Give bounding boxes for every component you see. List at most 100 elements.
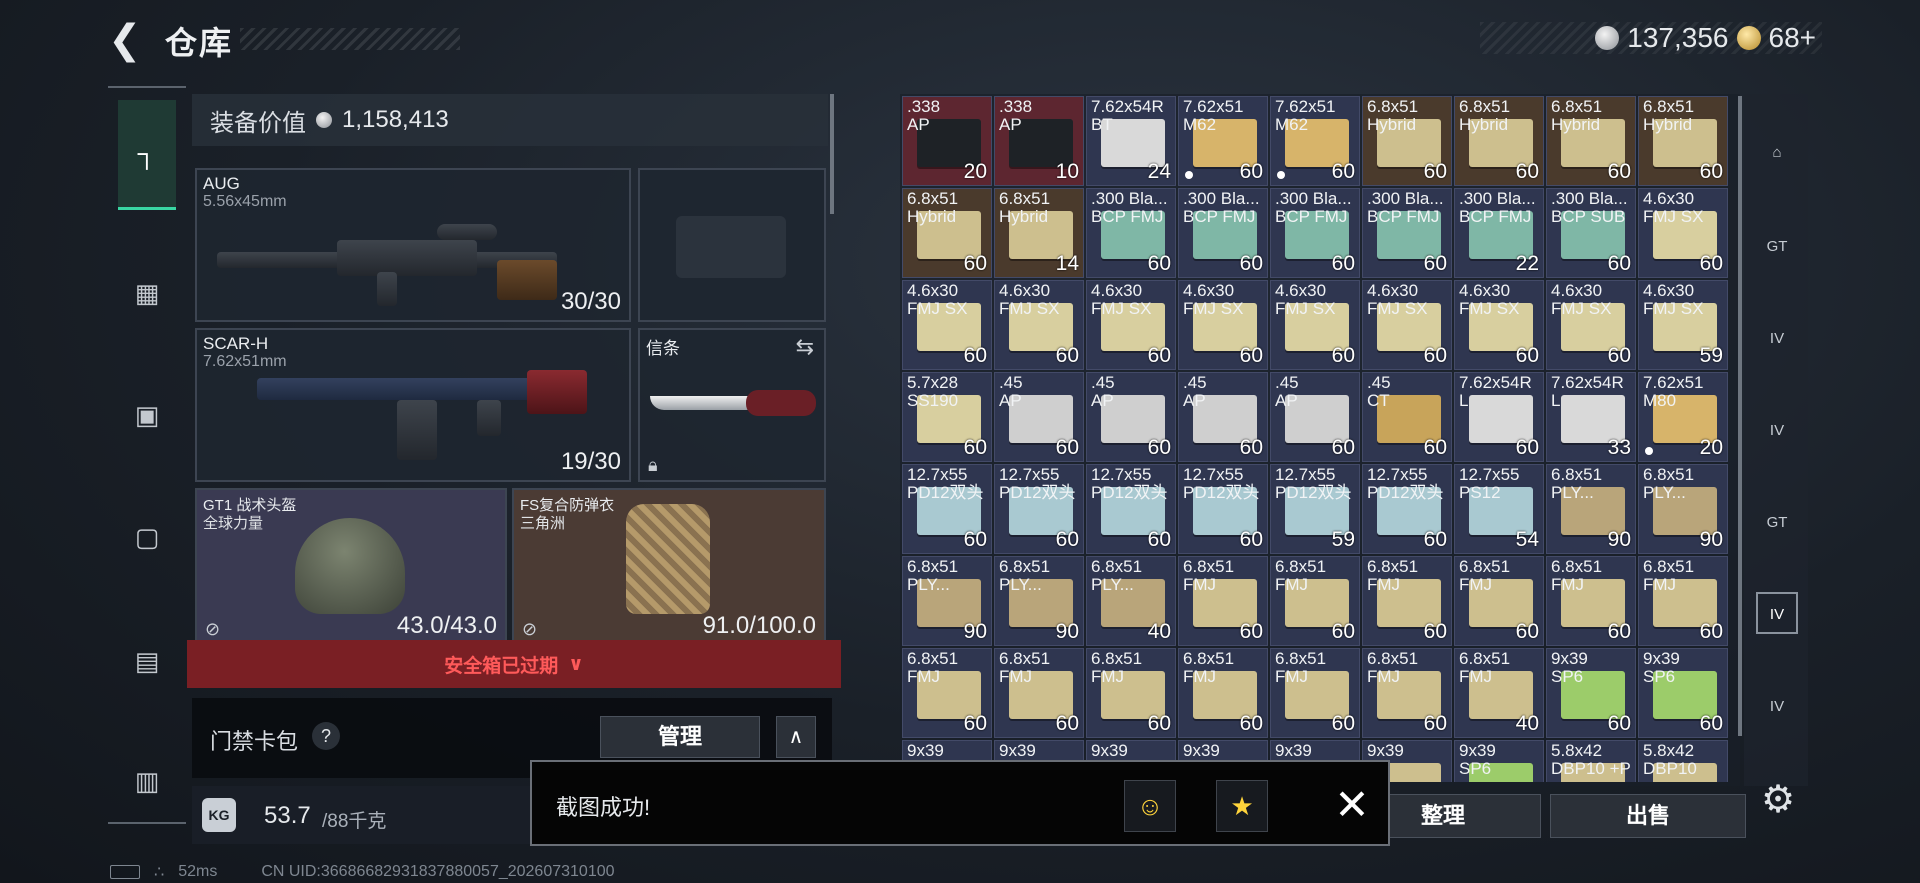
equipment-scrollbar[interactable] — [830, 94, 834, 214]
inventory-item[interactable]: 5.8x42 DBP10 — [1638, 740, 1728, 782]
inventory-item[interactable]: 12.7x55 PD12双头 60 — [1178, 464, 1268, 554]
nav-toolbox[interactable]: ▥ — [118, 752, 176, 810]
inventory-grid: .338 AP 20.338 AP 10 7.62x54R BT 24 7.62x51 M62 60… — [902, 96, 1732, 782]
inventory-item[interactable]: 9x39 SP6 60 — [1638, 648, 1728, 738]
gt-armor-icon[interactable]: GT — [1756, 500, 1798, 542]
inventory-item[interactable]: .45 AP 60 — [994, 372, 1084, 462]
back-arrow-icon[interactable]: ❮ — [108, 20, 144, 60]
nav-vest[interactable]: ▦ — [118, 264, 176, 322]
inventory-item[interactable]: 6.8x51 FMJ 60 — [1362, 648, 1452, 738]
inventory-item[interactable]: 6.8x51 FMJ 40 — [1454, 648, 1544, 738]
inventory-item[interactable]: 6.8x51 PLY... 90 — [994, 556, 1084, 646]
sell-button[interactable]: 出售 — [1550, 794, 1746, 838]
iv-rig-icon[interactable]: IV — [1756, 684, 1798, 726]
qq-penguin-icon[interactable]: ☺ — [1124, 780, 1176, 832]
inventory-item[interactable]: 4.6x30 FMJ SX 60 — [1086, 280, 1176, 370]
inventory-item[interactable]: 6.8x51 FMJ 60 — [1454, 556, 1544, 646]
inventory-item[interactable]: .45 AP 60 — [1270, 372, 1360, 462]
inventory-item[interactable]: 12.7x55 PS12 54 — [1454, 464, 1544, 554]
inventory-item[interactable]: 6.8x51 FMJ 60 — [1086, 648, 1176, 738]
inventory-item[interactable]: .300 Bla... BCP FMJ 60 — [1362, 188, 1452, 278]
inventory-item[interactable]: 12.7x55 PD12双头 60 — [1362, 464, 1452, 554]
inventory-item[interactable]: 6.8x51 PLY... 90 — [1638, 464, 1728, 554]
armor-slot[interactable]: FS复合防弹衣 三角洲 ⊘ 91.0/100.0 — [512, 488, 826, 646]
inventory-item[interactable]: 12.7x55 PD12双头 59 — [1270, 464, 1360, 554]
chevron-up-icon[interactable]: ∧ — [776, 716, 816, 758]
inventory-item[interactable]: 6.8x51 FMJ 60 — [1178, 648, 1268, 738]
close-icon[interactable]: ✕ — [1328, 782, 1376, 830]
iv-rig-icon[interactable]: IV — [1756, 592, 1798, 634]
manage-button[interactable]: 管理 — [600, 716, 760, 758]
inventory-item[interactable]: 5.7x28 SS190 60 — [902, 372, 992, 462]
inventory-item[interactable]: 7.62x54R BT 24 — [1086, 96, 1176, 186]
inventory-item[interactable]: 6.8x51 Hybrid 60 — [1454, 96, 1544, 186]
inventory-item[interactable]: 4.6x30 FMJ SX 60 — [1638, 188, 1728, 278]
inventory-item[interactable]: 12.7x55 PD12双头 60 — [994, 464, 1084, 554]
inventory-item[interactable]: .300 Bla... BCP FMJ 22 — [1454, 188, 1544, 278]
melee-slot[interactable]: 信条 ⇆ 🔒︎ — [638, 328, 826, 482]
secondary-weapon-slot[interactable]: SCAR-H 7.62x51mm 19/30 — [195, 328, 631, 482]
help-icon[interactable]: ? — [312, 722, 340, 750]
inventory-item[interactable]: 6.8x51 FMJ 60 — [1638, 556, 1728, 646]
inventory-item[interactable]: 6.8x51 FMJ 60 — [1178, 556, 1268, 646]
iv-rig-icon[interactable]: IV — [1756, 316, 1798, 358]
gt-armor-icon[interactable]: GT — [1756, 224, 1798, 266]
inventory-item[interactable]: 5.8x42 DBP10 +P — [1546, 740, 1636, 782]
inventory-item[interactable]: 4.6x30 FMJ SX 60 — [1454, 280, 1544, 370]
inventory-item[interactable]: 6.8x51 PLY... 90 — [1546, 464, 1636, 554]
inventory-item[interactable]: 12.7x55 PD12双头 60 — [1086, 464, 1176, 554]
nav-weapons[interactable]: ┐ — [118, 100, 176, 210]
inventory-item[interactable]: 6.8x51 FMJ 60 — [902, 648, 992, 738]
swap-icon[interactable]: ⇆ — [796, 334, 814, 360]
primary-weapon-slot[interactable]: AUG 5.56x45mm 30/30 — [195, 168, 631, 322]
inventory-item[interactable]: 4.6x30 FMJ SX 60 — [1270, 280, 1360, 370]
inventory-item[interactable]: 4.6x30 FMJ SX 60 — [1362, 280, 1452, 370]
inventory-item[interactable]: .45 AP 60 — [1086, 372, 1176, 462]
inventory-item[interactable]: .300 Bla... BCP FMJ 60 — [1086, 188, 1176, 278]
helmet-slot[interactable]: GT1 战术头盔 全球力量 ⊘ 43.0/43.0 — [195, 488, 507, 646]
inventory-item[interactable]: .300 Bla... BCP FMJ 60 — [1270, 188, 1360, 278]
helmet-category-icon[interactable]: ⌂ — [1756, 130, 1798, 172]
inventory-item[interactable]: 4.6x30 FMJ SX 60 — [1546, 280, 1636, 370]
inventory-item[interactable]: 6.8x51 Hybrid 60 — [902, 188, 992, 278]
inventory-item[interactable]: 6.8x51 PLY... 90 — [902, 556, 992, 646]
inventory-item[interactable]: 4.6x30 FMJ SX 60 — [902, 280, 992, 370]
inventory-item[interactable]: 6.8x51 Hybrid 60 — [1546, 96, 1636, 186]
inventory-item[interactable]: .300 Bla... BCP FMJ 60 — [1178, 188, 1268, 278]
sidearm-slot-empty[interactable] — [638, 168, 826, 322]
nav-pouch[interactable]: ▢ — [118, 508, 176, 566]
inventory-scrollbar[interactable] — [1738, 96, 1742, 736]
inventory-item[interactable]: 6.8x51 FMJ 60 — [1546, 556, 1636, 646]
inventory-item[interactable]: 7.62x54R L 33 — [1546, 372, 1636, 462]
inventory-item[interactable]: 6.8x51 FMJ 60 — [1270, 556, 1360, 646]
inventory-item[interactable]: 6.8x51 FMJ 60 — [1270, 648, 1360, 738]
inventory-item[interactable]: 6.8x51 PLY... 40 — [1086, 556, 1176, 646]
inventory-item[interactable]: 9x39 SP6 — [1454, 740, 1544, 782]
inventory-item[interactable]: 12.7x55 PD12双头 60 — [902, 464, 992, 554]
inventory-item[interactable]: 7.62x51 M62 60 — [1270, 96, 1360, 186]
inventory-item[interactable]: 7.62x51 M62 60 — [1178, 96, 1268, 186]
inventory-item[interactable]: .338 AP 10 — [994, 96, 1084, 186]
nav-backpack[interactable]: ▣ — [118, 386, 176, 444]
inventory-item[interactable]: 7.62x54R L 60 — [1454, 372, 1544, 462]
currency-premium-value[interactable]: 68+ — [1769, 22, 1817, 54]
inventory-item[interactable]: .45 CT 60 — [1362, 372, 1452, 462]
iv-rig-icon[interactable]: IV — [1756, 408, 1798, 450]
inventory-item[interactable]: 6.8x51 Hybrid 60 — [1362, 96, 1452, 186]
inventory-item[interactable]: .338 AP 20 — [902, 96, 992, 186]
inventory-item[interactable]: .300 Bla... BCP SUB 60 — [1546, 188, 1636, 278]
inventory-item[interactable]: 4.6x30 FMJ SX 59 — [1638, 280, 1728, 370]
inventory-item[interactable]: 4.6x30 FMJ SX 60 — [994, 280, 1084, 370]
inventory-item[interactable]: 7.62x51 M80 20 — [1638, 372, 1728, 462]
safebox-expired-bar[interactable]: 安全箱已过期 ∨ — [187, 640, 841, 688]
inventory-item[interactable]: 4.6x30 FMJ SX 60 — [1178, 280, 1268, 370]
nav-case[interactable]: ▤ — [118, 632, 176, 690]
gear-icon[interactable]: ⚙ — [1758, 780, 1798, 820]
star-share-icon[interactable]: ★ — [1216, 780, 1268, 832]
inventory-item[interactable]: 6.8x51 Hybrid 14 — [994, 188, 1084, 278]
inventory-item[interactable]: 6.8x51 FMJ 60 — [994, 648, 1084, 738]
inventory-item[interactable]: 9x39 SP6 60 — [1546, 648, 1636, 738]
inventory-item[interactable]: 6.8x51 Hybrid 60 — [1638, 96, 1728, 186]
inventory-item[interactable]: 6.8x51 FMJ 60 — [1362, 556, 1452, 646]
inventory-item[interactable]: .45 AP 60 — [1178, 372, 1268, 462]
